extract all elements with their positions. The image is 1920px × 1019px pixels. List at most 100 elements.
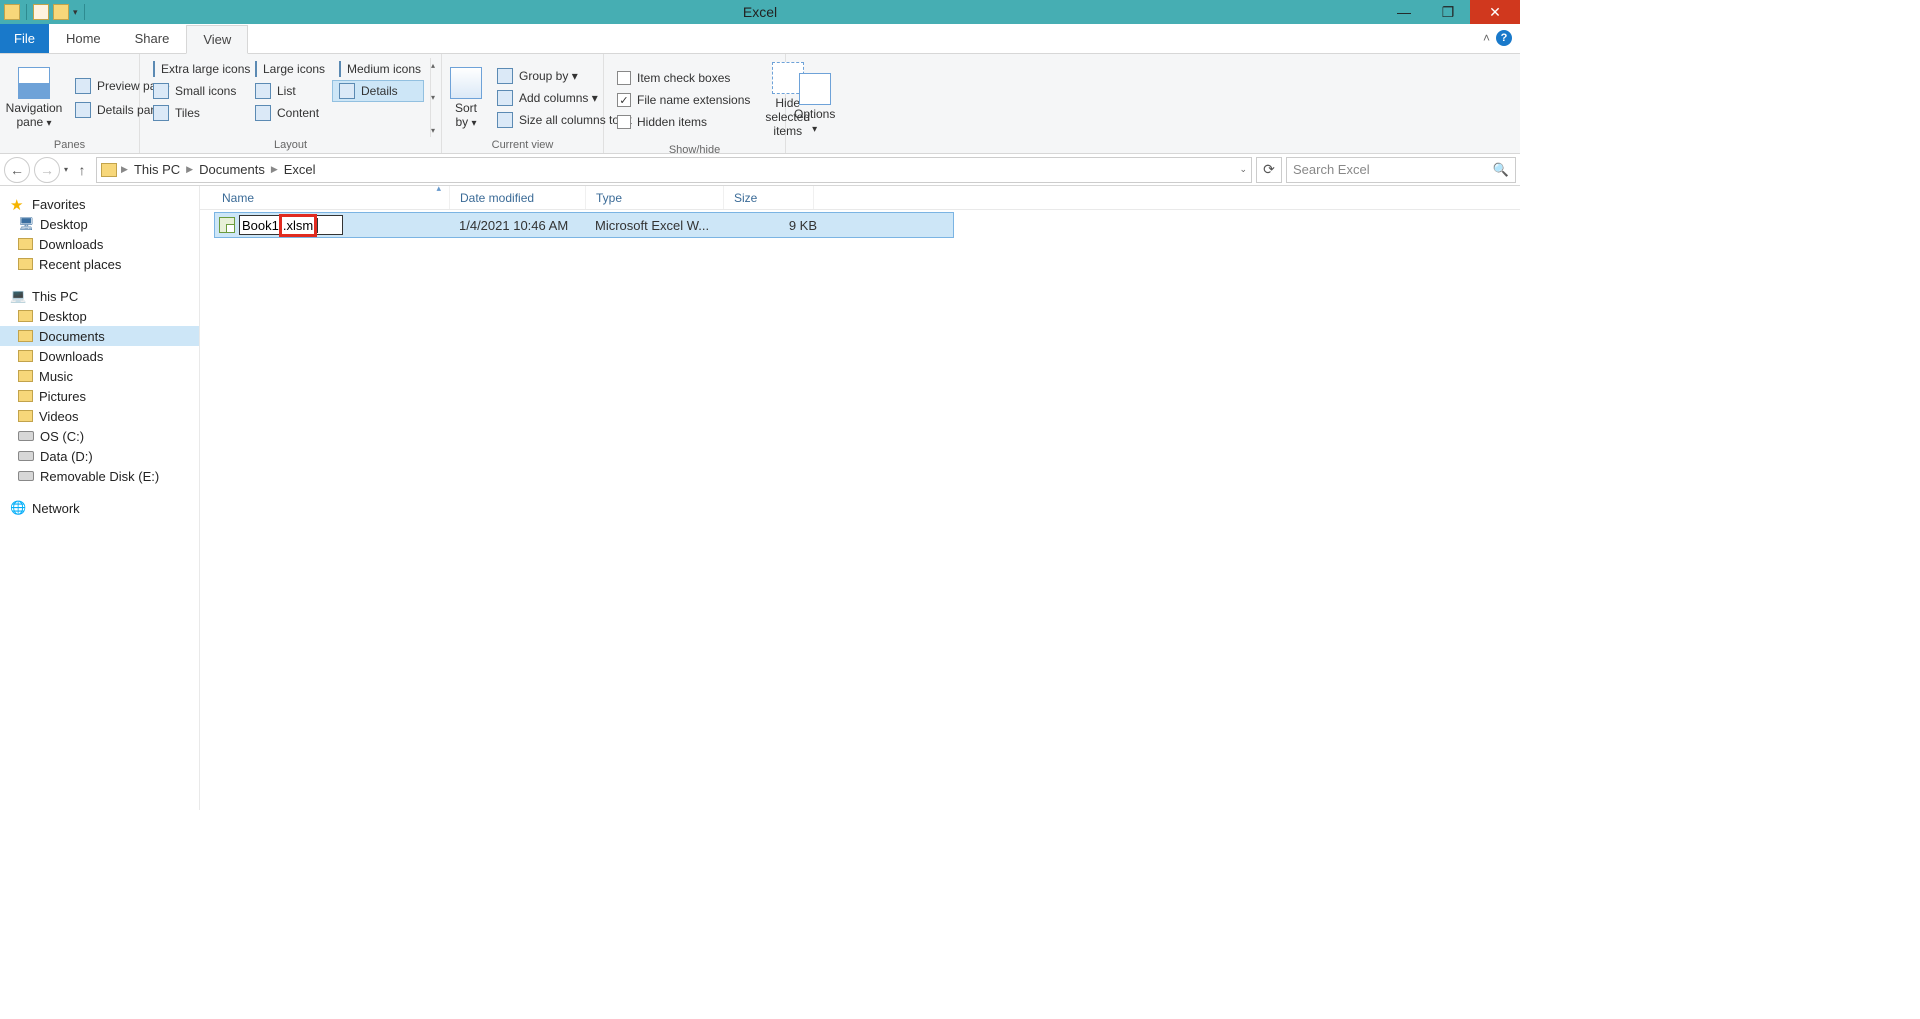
ribbon: Navigation pane ▾ Preview pane Details p…: [0, 54, 1520, 154]
small-icons-button[interactable]: Small icons: [146, 80, 246, 102]
tree-favorites[interactable]: ★Favorites: [0, 194, 199, 214]
search-input[interactable]: Search Excel 🔍: [1286, 157, 1516, 183]
filename-base: Book1: [242, 218, 279, 233]
title-bar: ▾ Excel — ❐ ✕: [0, 0, 1520, 24]
qat-dropdown-icon[interactable]: ▾: [73, 7, 78, 18]
tree-this-pc[interactable]: 💻This PC: [0, 286, 199, 306]
tree-item-documents[interactable]: Documents: [0, 326, 199, 346]
forward-button[interactable]: →: [34, 157, 60, 183]
group-by-icon: [497, 68, 513, 84]
navigation-pane-icon: [18, 67, 50, 99]
close-button[interactable]: ✕: [1470, 0, 1520, 24]
tab-share[interactable]: Share: [118, 24, 187, 53]
tree-item-removable-e[interactable]: Removable Disk (E:): [0, 466, 199, 486]
file-extensions-toggle[interactable]: ✓File name extensions: [610, 89, 757, 111]
help-icon[interactable]: ?: [1496, 30, 1512, 46]
minimize-ribbon-icon[interactable]: ˄: [1483, 31, 1490, 45]
list-button[interactable]: List: [248, 80, 330, 102]
tree-network[interactable]: 🌐Network: [0, 498, 199, 518]
medium-icons-icon: [339, 61, 341, 77]
qat-open-icon[interactable]: [53, 4, 69, 20]
checkbox-icon: [617, 71, 631, 85]
qat-folder-icon[interactable]: [4, 4, 20, 20]
maximize-button[interactable]: ❐: [1426, 0, 1470, 24]
search-icon: 🔍: [1493, 162, 1509, 178]
chevron-right-icon[interactable]: ▶: [186, 164, 193, 175]
folder-icon: [18, 370, 33, 382]
file-row[interactable]: Book1 .xlsm 1/4/2021 10:46 AM Microsoft …: [214, 212, 954, 238]
text-caret: [317, 218, 318, 233]
details-view-button[interactable]: Details: [332, 80, 424, 102]
tiles-button[interactable]: Tiles: [146, 102, 246, 124]
tree-item-os-c[interactable]: OS (C:): [0, 426, 199, 446]
small-icons-icon: [153, 83, 169, 99]
navigation-pane-button[interactable]: Navigation pane ▾: [6, 58, 62, 137]
breadcrumb-documents[interactable]: Documents: [197, 162, 267, 177]
tree-item-downloads[interactable]: Downloads: [0, 234, 199, 254]
sort-by-icon: [450, 67, 482, 99]
file-size: 9 KB: [733, 218, 817, 233]
chevron-right-icon[interactable]: ▶: [121, 164, 128, 175]
add-columns-icon: [497, 90, 513, 106]
tree-item-downloads2[interactable]: Downloads: [0, 346, 199, 366]
up-button[interactable]: ↑: [72, 160, 92, 180]
layout-scroll-down[interactable]: ▾: [431, 91, 435, 105]
extra-large-icons-icon: [153, 61, 155, 77]
chevron-right-icon[interactable]: ▶: [271, 164, 278, 175]
item-check-boxes-toggle[interactable]: Item check boxes: [610, 67, 757, 89]
address-bar-row: ← → ▾ ↑ ▶ This PC ▶ Documents ▶ Excel ⌄ …: [0, 154, 1520, 186]
navigation-pane: ★Favorites 🖥Desktop Downloads Recent pla…: [0, 186, 200, 810]
tree-item-pictures[interactable]: Pictures: [0, 386, 199, 406]
folder-icon: [18, 330, 33, 342]
group-label-panes: Panes: [6, 137, 133, 151]
history-dropdown-icon[interactable]: ▾: [64, 165, 68, 174]
breadcrumb-excel[interactable]: Excel: [282, 162, 318, 177]
large-icons-button[interactable]: Large icons: [248, 58, 330, 80]
rename-input[interactable]: Book1 .xlsm: [239, 215, 343, 235]
sort-by-label: Sort by ▾: [450, 101, 482, 129]
qat-properties-icon[interactable]: [33, 4, 49, 20]
column-header-date[interactable]: Date modified: [450, 186, 586, 209]
checkbox-checked-icon: ✓: [617, 93, 631, 107]
window-title: Excel: [0, 4, 1520, 20]
tree-item-videos[interactable]: Videos: [0, 406, 199, 426]
refresh-button[interactable]: ⟳: [1256, 157, 1282, 183]
tab-home[interactable]: Home: [49, 24, 118, 53]
folder-icon: [101, 163, 117, 177]
tree-item-desktop2[interactable]: Desktop: [0, 306, 199, 326]
address-dropdown-icon[interactable]: ⌄: [1239, 164, 1247, 175]
navigation-pane-label: Navigation pane ▾: [6, 101, 63, 129]
folder-icon: [18, 350, 33, 362]
column-header-size[interactable]: Size: [724, 186, 814, 209]
minimize-button[interactable]: —: [1382, 0, 1426, 24]
tree-item-recent[interactable]: Recent places: [0, 254, 199, 274]
options-button[interactable]: Options▾: [792, 58, 837, 149]
group-label-layout: Layout: [146, 137, 435, 151]
tree-item-desktop[interactable]: 🖥Desktop: [0, 214, 199, 234]
tab-view[interactable]: View: [186, 25, 248, 54]
large-icons-icon: [255, 61, 257, 77]
layout-scroll-up[interactable]: ▴: [431, 58, 435, 72]
group-label-showhide: Show/hide: [610, 142, 779, 156]
breadcrumb-this-pc[interactable]: This PC: [132, 162, 182, 177]
excel-file-icon: [219, 217, 235, 233]
star-icon: ★: [10, 196, 26, 212]
tab-file[interactable]: File: [0, 24, 49, 53]
layout-more-button[interactable]: ▾: [431, 123, 435, 137]
tree-item-music[interactable]: Music: [0, 366, 199, 386]
back-button[interactable]: ←: [4, 157, 30, 183]
column-header-type[interactable]: Type: [586, 186, 724, 209]
extra-large-icons-button[interactable]: Extra large icons: [146, 58, 246, 80]
tree-item-data-d[interactable]: Data (D:): [0, 446, 199, 466]
content-button[interactable]: Content: [248, 102, 330, 124]
details-pane-icon: [75, 102, 91, 118]
hidden-items-toggle[interactable]: Hidden items: [610, 111, 757, 133]
search-placeholder: Search Excel: [1293, 162, 1370, 177]
column-header-name[interactable]: Name ▴: [200, 186, 450, 209]
sort-by-button[interactable]: Sort by ▾: [448, 58, 484, 137]
file-type: Microsoft Excel W...: [595, 218, 733, 233]
folder-icon: [18, 390, 33, 402]
medium-icons-button[interactable]: Medium icons: [332, 58, 424, 80]
address-bar[interactable]: ▶ This PC ▶ Documents ▶ Excel ⌄: [96, 157, 1252, 183]
content-area: ★Favorites 🖥Desktop Downloads Recent pla…: [0, 186, 1520, 810]
